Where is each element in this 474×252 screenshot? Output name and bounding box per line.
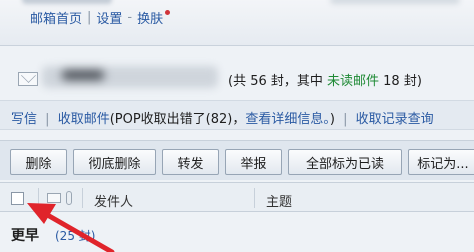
column-divider <box>82 188 83 208</box>
change-skin-link[interactable]: 换肤 <box>137 8 163 27</box>
close-paren: ) <box>329 112 335 127</box>
select-all-checkbox[interactable] <box>11 192 24 205</box>
mark-all-read-label: 全部标为已读 <box>305 156 384 172</box>
action-links-bar: 写信 | 收取邮件(POP收取出错了(82)，查看详细信息。) | 收取记录查询 <box>0 100 474 130</box>
envelope-icon <box>47 193 61 203</box>
pop-error-text: (POP收取出错了(82)， <box>109 112 246 127</box>
mail-count: (共 56 封，其中 未读邮件 18 封) <box>228 70 422 89</box>
forward-label: 转发 <box>177 156 204 172</box>
receive-mail-link[interactable]: 收取邮件 <box>58 112 110 127</box>
view-details-link[interactable]: 查看详细信息。 <box>245 112 330 127</box>
separator: - <box>127 10 133 25</box>
separator: | <box>45 112 50 127</box>
column-divider <box>38 188 39 208</box>
subject-column-header[interactable]: 主题 <box>266 191 292 210</box>
delete-permanently-label: 彻底删除 <box>88 156 141 172</box>
envelope-icon <box>18 72 38 86</box>
notification-dot <box>165 10 171 15</box>
mail-group-row: 更早 (25 封) <box>0 213 474 252</box>
count-prefix: (共 56 封，其中 <box>228 74 328 89</box>
unread-mail-link[interactable]: 未读邮件 <box>327 74 379 89</box>
mark-all-read-button[interactable]: 全部标为已读 <box>288 149 402 175</box>
count-suffix: 18 封) <box>379 74 422 89</box>
redacted-account <box>42 66 218 88</box>
group-count[interactable]: (25 封) <box>55 227 95 244</box>
receive-log-link[interactable]: 收取记录查询 <box>356 112 434 127</box>
redacted-username <box>22 0 112 4</box>
action-links: 写信 | 收取邮件(POP收取出错了(82)，查看详细信息。) | 收取记录查询 <box>11 108 434 127</box>
header-links: 邮箱首页 | 设置 - 换肤 <box>30 8 171 27</box>
top-header: 邮箱首页 | 设置 - 换肤 <box>0 0 474 46</box>
attachment-icon <box>66 191 72 205</box>
redacted-area <box>330 0 460 4</box>
group-label: 更早 <box>11 228 39 244</box>
separator: | <box>343 112 348 127</box>
column-divider <box>254 188 255 208</box>
sender-column-header[interactable]: 发件人 <box>94 191 133 210</box>
write-mail-link[interactable]: 写信 <box>11 112 37 127</box>
report-label: 举报 <box>240 156 267 172</box>
separator: | <box>87 10 92 25</box>
delete-button[interactable]: 删除 <box>10 149 67 175</box>
mailbox-home-link[interactable]: 邮箱首页 <box>30 8 82 27</box>
mail-toolbar: 删除 彻底删除 转发 举报 全部标为已读 标记为... <box>0 140 474 180</box>
settings-link[interactable]: 设置 <box>96 8 122 27</box>
delete-label: 删除 <box>25 156 52 172</box>
delete-permanently-button[interactable]: 彻底删除 <box>73 149 156 175</box>
forward-button[interactable]: 转发 <box>162 149 219 175</box>
mark-as-dropdown[interactable]: 标记为... <box>408 149 474 175</box>
mark-as-label: 标记为... <box>417 156 469 172</box>
mailbox-summary: (共 56 封，其中 未读邮件 18 封) <box>0 58 474 100</box>
mail-list-header: 发件人 主题 <box>0 182 474 212</box>
report-button[interactable]: 举报 <box>225 149 282 175</box>
